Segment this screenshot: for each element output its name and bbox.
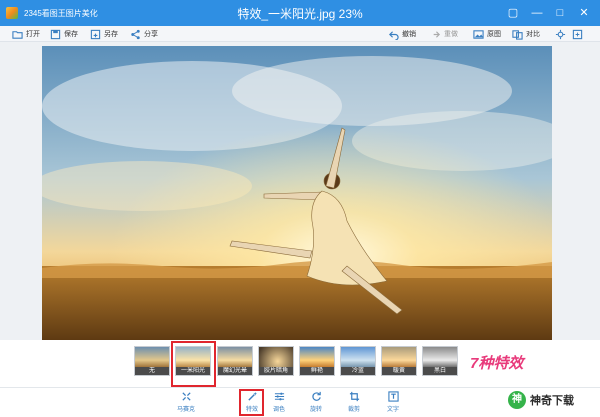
thumbnail-image: [135, 347, 169, 369]
folder-icon: [12, 30, 23, 39]
image-icon: [473, 29, 484, 39]
expand-icon: [572, 29, 583, 39]
original-label: 原图: [487, 31, 501, 38]
thumbnail-image: [218, 347, 252, 369]
adjust-label: 调色: [272, 407, 285, 413]
sliders-icon: [274, 392, 284, 401]
undo-label: 撤销: [402, 31, 416, 38]
brand-text: 神奇下载: [530, 395, 574, 407]
save-button[interactable]: 保存: [50, 28, 78, 40]
expand-button[interactable]: [572, 28, 583, 40]
filter-label: 暖黄: [382, 367, 416, 375]
selected-tool-highlight: [239, 389, 264, 416]
rotate-label: 旋转: [309, 407, 322, 413]
thumbnail-image: [300, 347, 334, 369]
text-label: 文字: [386, 407, 399, 413]
edited-photo: [42, 46, 552, 340]
crop-icon: [349, 391, 359, 402]
undo-button[interactable]: 撤销: [388, 28, 416, 40]
thumbnail-image: [341, 347, 375, 369]
filter-thumb-none[interactable]: 无: [134, 346, 170, 376]
maximize-button[interactable]: □: [551, 4, 569, 22]
save-label: 保存: [64, 31, 78, 38]
mosaic-label: 马赛克: [176, 407, 195, 413]
site-brand: 神 神奇下载: [508, 391, 574, 409]
compare-icon: [512, 29, 523, 40]
rotate-icon: [311, 391, 321, 401]
text-icon: [387, 391, 399, 402]
filter-label: 黑白: [423, 367, 457, 375]
thumbnail-image: [423, 347, 457, 369]
filter-label: 冷蓝: [341, 367, 375, 375]
more-button[interactable]: [555, 28, 566, 40]
save-as-icon: [90, 29, 101, 39]
filter-thumb-vignette[interactable]: 胶片暗角: [258, 346, 294, 376]
filter-label: 无: [135, 367, 169, 375]
redo-button[interactable]: 重做: [430, 28, 458, 40]
filter-thumb-vivid[interactable]: 鲜艳: [299, 346, 335, 376]
watermark-text: 7种特效: [470, 355, 524, 372]
share-button[interactable]: 分享: [130, 28, 158, 40]
thumbnail-image: [382, 347, 416, 369]
redo-icon: [433, 30, 441, 38]
open-label: 打开: [26, 31, 40, 38]
thumbnail-image: [259, 347, 293, 369]
toolbar: 打开 保存 另存 分享 撤销 重做 原图 对比: [0, 26, 600, 42]
save-icon: [50, 29, 61, 39]
compare-label: 对比: [526, 31, 540, 38]
brand-logo-icon: 神: [508, 391, 526, 409]
filter-label: 魔幻光晕: [218, 367, 252, 375]
share-label: 分享: [144, 31, 158, 38]
save-as-label: 另存: [104, 31, 118, 38]
redo-label: 重做: [444, 31, 458, 38]
crop-label: 裁剪: [347, 407, 360, 413]
text-tool[interactable]: 文字: [378, 390, 408, 416]
filter-thumb-bw[interactable]: 黑白: [422, 346, 458, 376]
crop-tool[interactable]: 裁剪: [339, 390, 369, 416]
filter-label: 鲜艳: [300, 367, 334, 375]
filter-thumb-halo[interactable]: 魔幻光晕: [217, 346, 253, 376]
filter-thumb-warm[interactable]: 暖黄: [381, 346, 417, 376]
skin-button[interactable]: ▢: [504, 4, 522, 22]
mosaic-icon: [181, 392, 191, 401]
open-button[interactable]: 打开: [12, 28, 40, 40]
rotate-tool[interactable]: 旋转: [301, 390, 331, 416]
selected-filter-highlight: [171, 341, 216, 387]
filter-thumb-cool[interactable]: 冷蓝: [340, 346, 376, 376]
settings-icon: [555, 29, 566, 39]
adjust-tool[interactable]: 调色: [264, 390, 294, 416]
close-button[interactable]: ✕: [575, 4, 593, 22]
filter-label: 胶片暗角: [259, 367, 293, 375]
undo-icon: [388, 30, 399, 40]
compare-button[interactable]: 对比: [512, 28, 540, 40]
share-icon: [131, 29, 140, 39]
save-as-button[interactable]: 另存: [90, 28, 118, 40]
minimize-button[interactable]: —: [528, 4, 546, 22]
title-bar: 2345看图王图片美化 特效_一米阳光.jpg 23% ▢ — □ ✕: [0, 0, 600, 26]
original-button[interactable]: 原图: [473, 28, 501, 40]
mosaic-tool[interactable]: 马赛克: [171, 390, 201, 416]
